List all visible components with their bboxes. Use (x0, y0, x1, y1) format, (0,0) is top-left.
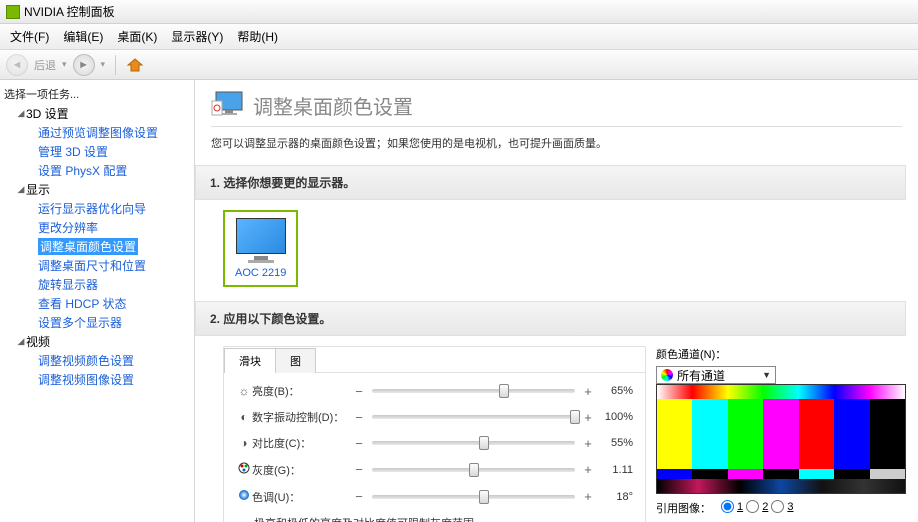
minus-icon: − (352, 436, 366, 451)
page-description: 您可以调整显示器的桌面颜色设置；如果您使用的是电视机，也可提升画面质量。 (211, 135, 918, 151)
color-wheel-icon (661, 369, 673, 381)
window-title: NVIDIA 控制面板 (24, 3, 115, 20)
sidebar-item[interactable]: 管理 3D 设置 (2, 142, 194, 161)
test-image (656, 384, 906, 494)
plus-icon: + (581, 410, 595, 425)
slider-thumb[interactable] (499, 384, 509, 398)
section-2-header: 2. 应用以下颜色设置。 (195, 301, 906, 336)
slider-label: 数字振动控制(D)： (252, 409, 352, 425)
tab-sliders[interactable]: 滑块 (224, 348, 276, 373)
sidebar-item[interactable]: 调整视频颜色设置 (2, 351, 194, 370)
sidebar-item[interactable]: 更改分辨率 (2, 218, 194, 237)
monitor-selector[interactable]: AOC 2219 (223, 210, 298, 287)
slider-label: 灰度(G)： (252, 462, 352, 478)
menubar: 文件(F) 编辑(E) 桌面(K) 显示器(Y) 帮助(H) (0, 24, 918, 50)
channel-label: 颜色通道(N)： (656, 346, 726, 362)
menu-file[interactable]: 文件(F) (4, 26, 55, 47)
channel-value: 所有通道 (677, 367, 725, 384)
slider-label: 色调(U)： (252, 489, 352, 505)
sidebar-item[interactable]: 调整桌面颜色设置 (2, 237, 194, 256)
plus-icon: + (581, 436, 595, 451)
minus-icon: − (352, 462, 366, 477)
slider-track[interactable] (372, 441, 575, 445)
slider-thumb[interactable] (479, 436, 489, 450)
slider-icon (236, 461, 252, 478)
slider-value: 1.11 (595, 464, 633, 476)
slider-row: ◐数字振动控制(D)：− +100% (236, 409, 633, 425)
chevron-down-icon: ▼ (762, 370, 771, 380)
minus-icon: − (352, 410, 366, 425)
slider-track[interactable] (372, 495, 575, 499)
slider-note: 极高和极低的亮度及对比度值可限制灰度范围。 (254, 515, 633, 522)
slider-row: ☼亮度(B)：− +65% (236, 383, 633, 399)
menu-desktop[interactable]: 桌面(K) (111, 26, 163, 47)
tab-graph[interactable]: 图 (275, 348, 316, 373)
channel-combo[interactable]: 所有通道 ▼ (656, 366, 776, 384)
reference-label: 引用图像： (656, 500, 711, 516)
sidebar-item[interactable]: 调整桌面尺寸和位置 (2, 256, 194, 275)
slider-icon (236, 488, 252, 505)
nav-back-button[interactable]: ◄ (6, 54, 28, 76)
menu-edit[interactable]: 编辑(E) (57, 26, 109, 47)
sidebar-item[interactable]: 设置多个显示器 (2, 313, 194, 332)
slider-icon: ◑ (236, 436, 252, 450)
chevron-down-icon: ▾ (101, 59, 106, 70)
slider-thumb[interactable] (469, 463, 479, 477)
sidebar-item[interactable]: 运行显示器优化向导 (2, 199, 194, 218)
slider-value: 18° (595, 491, 633, 503)
slider-label: 对比度(C)： (252, 435, 352, 451)
home-icon[interactable] (126, 57, 144, 73)
slider-value: 100% (595, 411, 633, 423)
reference-option[interactable]: 2 (746, 500, 768, 513)
sidebar-item[interactable]: 查看 HDCP 状态 (2, 294, 194, 313)
monitor-label: AOC 2219 (235, 267, 286, 279)
slider-icon: ◐ (236, 410, 252, 424)
slider-row: 灰度(G)：− +1.11 (236, 461, 633, 478)
reference-option[interactable]: 1 (721, 500, 743, 513)
section-1-header: 1. 选择你想要更的显示器。 (195, 165, 906, 200)
sidebar-category[interactable]: ◢显示 (2, 180, 194, 199)
menu-display[interactable]: 显示器(Y) (165, 26, 229, 47)
monitor-header-icon (211, 90, 245, 120)
sidebar-title: 选择一项任务... (0, 84, 194, 104)
slider-track[interactable] (372, 468, 575, 472)
plus-icon: + (581, 384, 595, 399)
menu-help[interactable]: 帮助(H) (231, 26, 284, 47)
slider-row: 色调(U)：− +18° (236, 488, 633, 505)
sidebar-item[interactable]: 调整视频图像设置 (2, 370, 194, 389)
sidebar-item[interactable]: 设置 PhysX 配置 (2, 161, 194, 180)
slider-row: ◑对比度(C)：− +55% (236, 435, 633, 451)
sidebar-category[interactable]: ◢3D 设置 (2, 104, 194, 123)
plus-icon: + (581, 462, 595, 477)
sidebar-category[interactable]: ◢视频 (2, 332, 194, 351)
slider-track[interactable] (372, 415, 575, 419)
slider-value: 55% (595, 437, 633, 449)
sidebar-item[interactable]: 通过预览调整图像设置 (2, 123, 194, 142)
separator (115, 55, 116, 75)
slider-track[interactable] (372, 389, 575, 393)
sidebar-item[interactable]: 旋转显示器 (2, 275, 194, 294)
slider-thumb[interactable] (479, 490, 489, 504)
slider-icon: ☼ (236, 384, 252, 398)
plus-icon: + (581, 489, 595, 504)
slider-thumb[interactable] (570, 410, 580, 424)
minus-icon: − (352, 489, 366, 504)
reference-option[interactable]: 3 (771, 500, 793, 513)
slider-label: 亮度(B)： (252, 383, 352, 399)
nav-back-label: 后退 (34, 57, 56, 73)
nav-forward-button[interactable]: ► (73, 54, 95, 76)
minus-icon: − (352, 384, 366, 399)
chevron-down-icon: ▾ (62, 59, 67, 70)
slider-value: 65% (595, 385, 633, 397)
page-title: 调整桌面颜色设置 (253, 91, 413, 120)
app-icon (6, 5, 20, 19)
